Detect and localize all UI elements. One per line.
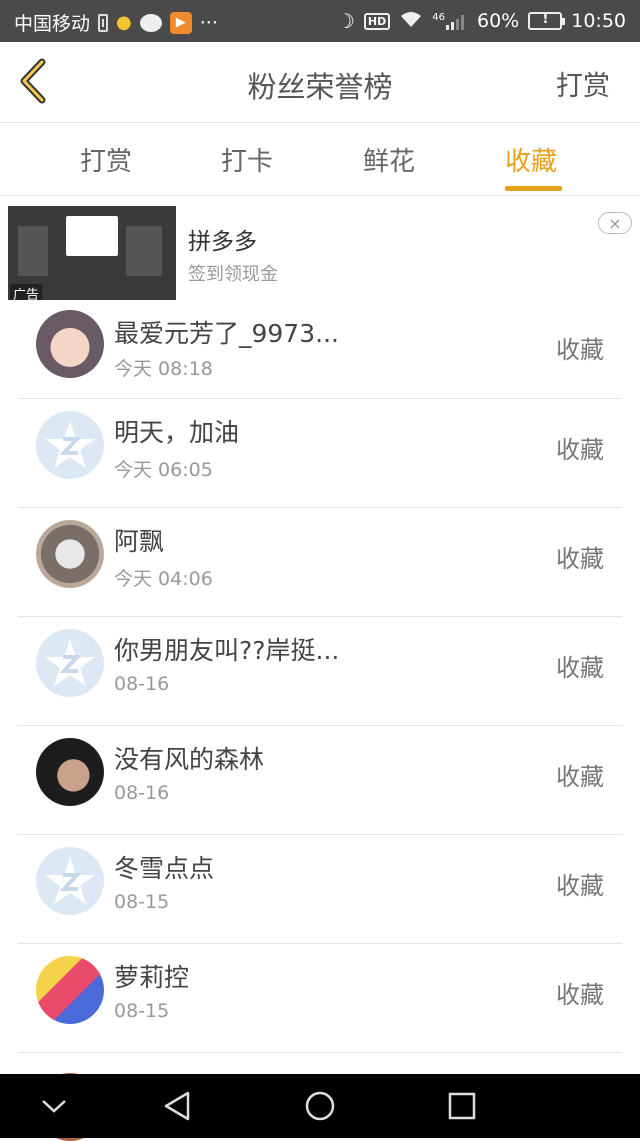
nav-home-button[interactable] [300, 1088, 340, 1124]
more-notifications-icon: ··· [199, 11, 218, 34]
fan-time: 08-16 [114, 673, 170, 695]
nav-recents-button[interactable] [442, 1088, 482, 1124]
fan-name: 最爱元芳了_9973... [114, 319, 339, 348]
header: 粉丝荣誉榜 打赏 [0, 42, 640, 123]
tab-flowers[interactable]: 鲜花 [363, 141, 415, 178]
list-item[interactable]: 萝莉控 08-15 收藏 [18, 944, 622, 1053]
signal-icon: 46 [432, 12, 468, 30]
avatar [36, 738, 104, 806]
fan-name: 冬雪点点 [114, 854, 215, 883]
sim-icon [98, 13, 109, 32]
avatar [36, 847, 104, 915]
fan-action: 收藏 [556, 763, 604, 791]
hd-icon: HD [363, 12, 391, 30]
list-item[interactable]: 明天，加油 今天 06:05 收藏 [18, 399, 622, 508]
carrier-label: 中国移动 [14, 13, 91, 35]
list-item[interactable]: 没有风的森林 08-16 收藏 [18, 726, 622, 835]
ad-thumbnail: 广告 [8, 206, 176, 300]
fan-name: 明天，加油 [114, 418, 240, 447]
list-item[interactable]: 阿飘 今天 04:06 收藏 [18, 508, 622, 617]
tab-reward[interactable]: 打赏 [80, 141, 132, 178]
fan-action: 收藏 [556, 336, 604, 364]
default-avatar-icon [45, 857, 95, 904]
page-title: 粉丝荣誉榜 [247, 70, 393, 104]
fan-name: 没有风的森林 [114, 745, 265, 774]
ad-thumb-block [126, 226, 162, 276]
reward-button[interactable]: 打赏 [556, 64, 610, 103]
circle-home-icon [305, 1091, 335, 1121]
ad-banner[interactable]: 广告 拼多多 签到领现金 × [8, 206, 632, 300]
fan-action: 收藏 [556, 981, 604, 1009]
tab-checkin[interactable]: 打卡 [221, 141, 273, 178]
avatar [36, 956, 104, 1024]
tab-bar: 打赏 打卡 鲜花 收藏 [0, 123, 640, 196]
close-icon: × [608, 213, 622, 233]
list-item[interactable]: 最爱元芳了_9973... 今天 08:18 收藏 [18, 300, 622, 399]
triangle-back-icon [164, 1091, 190, 1121]
fan-time: 今天 08:18 [114, 358, 213, 380]
fan-action: 收藏 [556, 545, 604, 573]
tab-favorites[interactable]: 收藏 [505, 141, 557, 178]
clock: 10:50 [571, 10, 626, 32]
nav-back-button[interactable] [158, 1088, 198, 1124]
fan-time: 08-16 [114, 782, 170, 804]
ad-close-button[interactable]: × [598, 212, 632, 234]
fan-time: 今天 06:05 [114, 459, 213, 481]
wifi-icon [399, 10, 423, 33]
fan-action: 收藏 [556, 654, 604, 682]
fan-name: 你男朋友叫??岸挺... [114, 636, 340, 665]
default-avatar-icon [45, 421, 95, 468]
video-app-icon: ▶ [169, 11, 192, 34]
fan-time: 08-15 [114, 1000, 170, 1022]
moon-icon: ☽ [336, 9, 355, 33]
ad-thumb-block [18, 226, 48, 276]
bulb-icon: ● [116, 12, 132, 33]
fan-time: 今天 04:06 [114, 568, 213, 590]
ad-tag: 广告 [10, 284, 43, 300]
fan-list: 最爱元芳了_9973... 今天 08:18 收藏 明天，加油 今天 06:05… [18, 300, 622, 1141]
fan-name: 阿飘 [114, 527, 165, 556]
square-recents-icon [448, 1092, 476, 1120]
fan-action: 收藏 [556, 872, 604, 900]
avatar [36, 411, 104, 479]
list-item[interactable]: 你男朋友叫??岸挺... 08-16 收藏 [18, 617, 622, 726]
status-bar: 中国移动 ● ▶ ··· ☽ HD 46 60% 10:50 [0, 0, 640, 42]
list-item[interactable]: 冬雪点点 08-15 收藏 [18, 835, 622, 944]
active-tab-indicator [505, 186, 562, 191]
fan-time: 08-15 [114, 891, 170, 913]
message-icon [139, 13, 162, 32]
battery-icon [528, 11, 566, 30]
avatar [36, 310, 104, 378]
hide-nav-button[interactable] [34, 1088, 74, 1124]
fan-name: 萝莉控 [114, 963, 190, 992]
ad-thumb-panel [66, 216, 118, 256]
ad-subtitle: 签到领现金 [188, 264, 278, 285]
fan-action: 收藏 [556, 436, 604, 464]
default-avatar-icon [45, 639, 95, 686]
battery-percent: 60% [477, 10, 520, 32]
ad-title: 拼多多 [188, 229, 257, 255]
avatar [36, 629, 104, 697]
system-nav-bar [0, 1074, 640, 1138]
chevron-down-icon [42, 1100, 66, 1113]
avatar [36, 520, 104, 588]
